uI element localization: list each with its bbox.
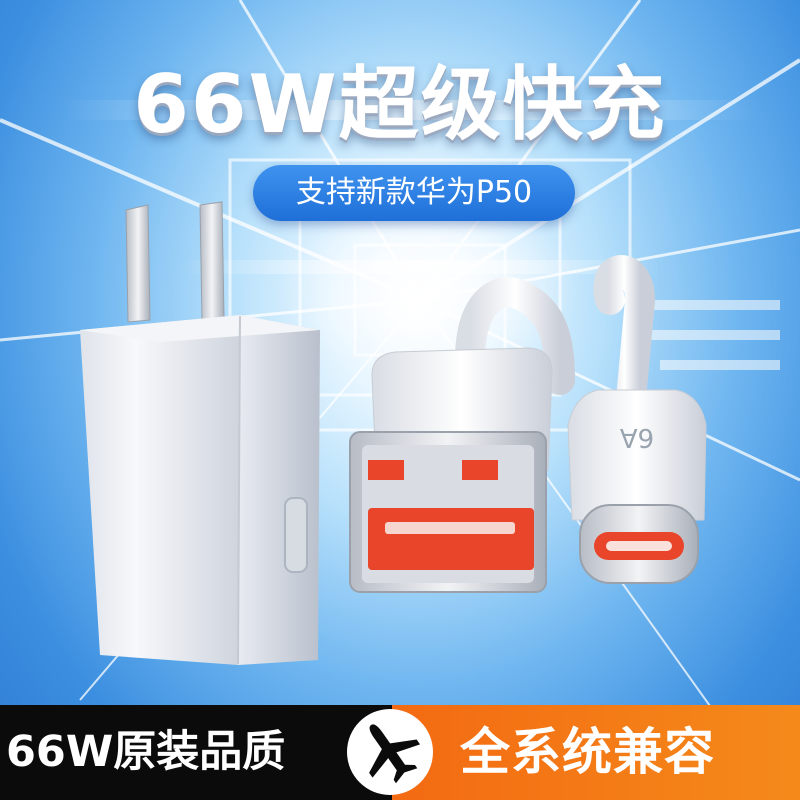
product-image: 66W超级快充 支持新款华为P50 6A 66W原装品质 全系统兼容	[0, 0, 800, 800]
cable-rating-label: 6A	[620, 422, 655, 452]
airplane-icon	[369, 724, 421, 784]
usb-a-connector	[349, 347, 553, 593]
charger-block	[80, 315, 320, 665]
usb-c-connector	[567, 389, 707, 584]
charger-prongs	[125, 201, 225, 323]
airplane-icon-badge	[347, 709, 433, 795]
charger-and-cable-illustration: 6A	[80, 201, 707, 665]
footer-left-label: 66W原装品质	[6, 727, 286, 777]
footer-right-label: 全系统兼容	[460, 723, 715, 781]
